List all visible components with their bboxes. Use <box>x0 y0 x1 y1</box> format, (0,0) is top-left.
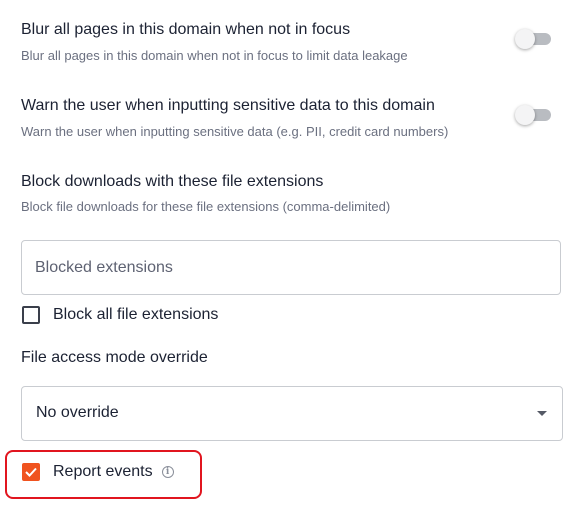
warn-toggle-thumb <box>515 105 535 125</box>
block-all-extensions-checkbox[interactable] <box>22 306 40 324</box>
report-events-option[interactable]: Report events i <box>22 463 174 481</box>
blur-toggle-thumb <box>515 29 535 49</box>
info-icon[interactable]: i <box>161 466 174 478</box>
blur-setting-description: Blur all pages in this domain when not i… <box>21 48 408 63</box>
report-events-checkbox[interactable] <box>22 463 40 481</box>
checkmark-icon <box>25 467 37 477</box>
chevron-down-icon <box>537 411 547 416</box>
domain-settings-panel: Blur all pages in this domain when not i… <box>0 0 583 507</box>
blur-setting-title: Blur all pages in this domain when not i… <box>21 21 351 38</box>
file-access-mode-selected: No override <box>36 404 119 421</box>
block-downloads-description: Block file downloads for these file exte… <box>21 199 391 214</box>
warn-setting-title: Warn the user when inputting sensitive d… <box>21 97 435 114</box>
block-all-extensions-label: Block all file extensions <box>53 306 219 323</box>
warn-toggle[interactable] <box>515 105 553 125</box>
file-access-mode-label: File access mode override <box>21 349 208 366</box>
report-events-label: Report events <box>53 463 153 480</box>
warn-setting-description: Warn the user when inputting sensitive d… <box>21 124 449 139</box>
block-downloads-title: Block downloads with these file extensio… <box>21 173 324 190</box>
block-all-extensions-option[interactable]: Block all file extensions <box>22 306 218 324</box>
file-access-mode-select[interactable]: No override <box>21 386 563 441</box>
blur-toggle[interactable] <box>515 29 553 49</box>
blocked-extensions-input[interactable] <box>21 240 561 295</box>
